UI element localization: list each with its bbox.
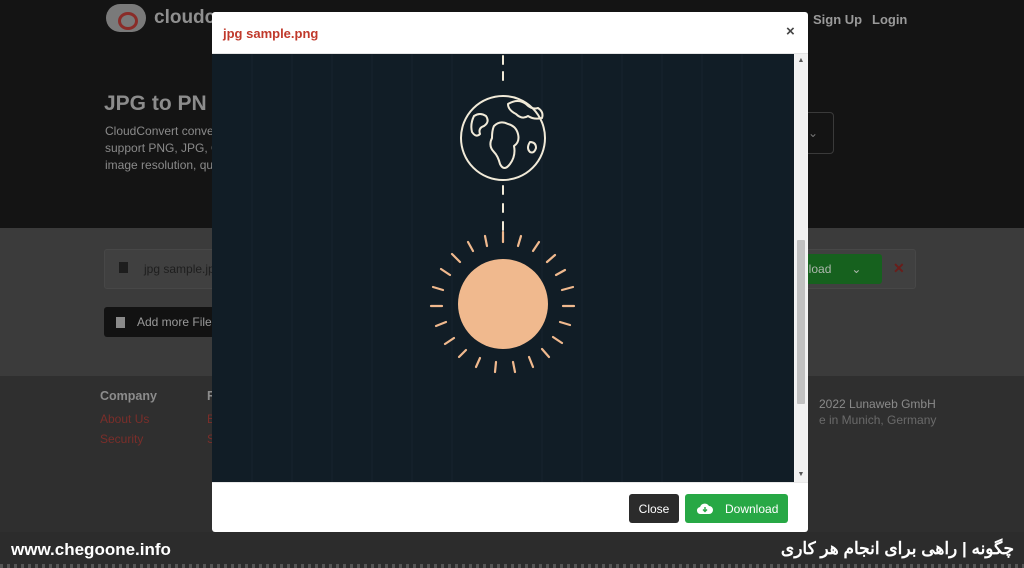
chevron-down-icon: ⌄ bbox=[851, 262, 862, 276]
scroll-thumb[interactable] bbox=[797, 240, 805, 404]
image-preview bbox=[212, 54, 794, 482]
logo-text: cloudc bbox=[154, 7, 216, 28]
nav-login[interactable]: Login bbox=[872, 12, 907, 27]
cloud-download-icon bbox=[697, 503, 713, 514]
sun-icon bbox=[458, 259, 548, 349]
modal-footer: Close Download bbox=[212, 482, 808, 532]
footer-copyright: 2022 Lunaweb GmbH bbox=[819, 397, 936, 411]
download-button-label: Download bbox=[725, 501, 779, 516]
scrollbar[interactable]: ▲ ▼ bbox=[795, 54, 807, 482]
description-line: image resolution, qu bbox=[105, 158, 214, 172]
modal-header: jpg sample.png × bbox=[212, 12, 808, 54]
watermark-strip bbox=[0, 564, 1024, 568]
scroll-down-icon[interactable]: ▼ bbox=[795, 470, 807, 480]
footer-company-heading: Company bbox=[100, 389, 157, 403]
preview-illustration bbox=[251, 54, 743, 482]
watermark-url: www.chegoone.info bbox=[11, 540, 171, 559]
footer-security-link[interactable]: Security bbox=[100, 432, 143, 446]
nav-sign-up[interactable]: Sign Up bbox=[813, 12, 862, 27]
preview-modal: jpg sample.png × ▲ ▼ Close Download bbox=[212, 12, 808, 532]
add-files-label: Add more File bbox=[137, 315, 212, 329]
file-icon bbox=[119, 262, 128, 273]
page-title: JPG to PN bbox=[104, 92, 207, 115]
file-name: jpg sample.jp bbox=[144, 262, 215, 276]
footer-location: e in Munich, Germany bbox=[819, 413, 937, 427]
close-button[interactable]: Close bbox=[629, 494, 679, 523]
site-logo[interactable]: cloudc bbox=[106, 4, 215, 32]
page-description: CloudConvert conver support PNG, JPG, GI… bbox=[105, 123, 215, 174]
scroll-up-icon[interactable]: ▲ bbox=[795, 56, 807, 66]
add-more-files-button[interactable]: Add more File bbox=[104, 307, 224, 337]
watermark-tagline: چگونه | راهی برای انجام هر کاری bbox=[780, 539, 1014, 558]
cloud-logo-icon bbox=[106, 4, 146, 32]
modal-body: ▲ ▼ bbox=[212, 54, 808, 482]
description-line: CloudConvert conver bbox=[105, 124, 215, 138]
remove-file-icon[interactable]: ✕ bbox=[893, 260, 905, 277]
file-plus-icon bbox=[116, 316, 125, 328]
globe-icon bbox=[460, 95, 546, 181]
chevron-down-icon: ⌄ bbox=[807, 126, 819, 140]
download-button[interactable]: Download bbox=[685, 494, 788, 523]
close-icon[interactable]: × bbox=[786, 23, 795, 41]
description-line: support PNG, JPG, GI bbox=[105, 141, 215, 155]
modal-title: jpg sample.png bbox=[223, 26, 319, 41]
footer-about-link[interactable]: About Us bbox=[100, 412, 149, 426]
